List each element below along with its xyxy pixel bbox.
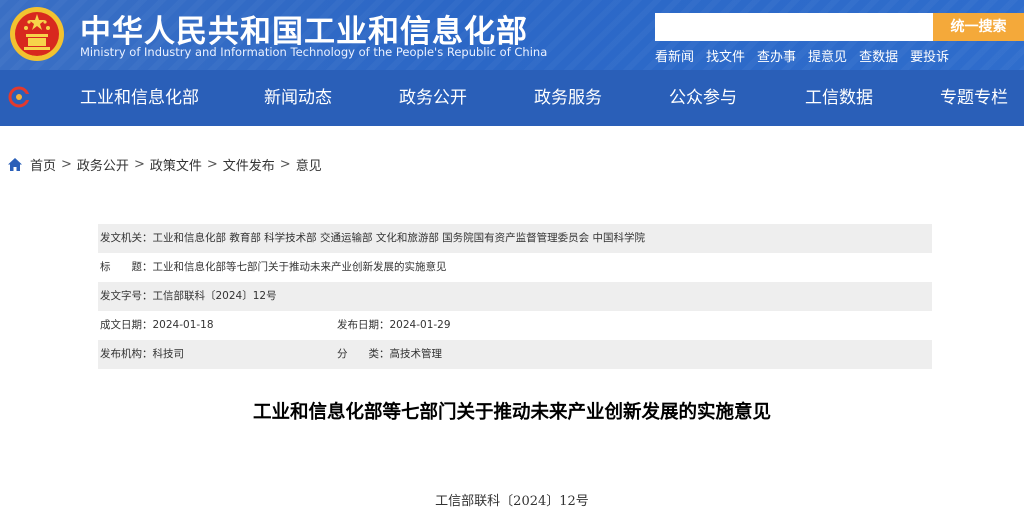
quick-links: 看新闻 找文件 查办事 提意见 查数据 要投诉 bbox=[655, 46, 961, 65]
document-number: 工信部联科〔2024〕12号 bbox=[435, 494, 589, 509]
breadcrumb-separator: > bbox=[206, 157, 218, 172]
breadcrumb-separator: > bbox=[61, 157, 72, 172]
breadcrumb-policy-files[interactable]: 政策文件 bbox=[150, 155, 202, 174]
meta-row-doc-number: 发文字号：工信部联科〔2024〕12号 bbox=[98, 282, 932, 311]
breadcrumb-opinions[interactable]: 意见 bbox=[296, 155, 322, 174]
category-label: 分 类： bbox=[337, 348, 390, 360]
meta-row-dates: 成文日期：2024-01-18 发布日期：2024-01-29 bbox=[98, 311, 932, 340]
published-date-value: 2024-01-29 bbox=[389, 319, 451, 331]
issuer-label: 发文机关： bbox=[100, 232, 153, 244]
meta-row-title: 标 题：工业和信息化部等七部门关于推动未来产业创新发展的实施意见 bbox=[98, 253, 932, 282]
breadcrumb-separator: > bbox=[133, 157, 145, 172]
quick-link-complaint[interactable]: 要投诉 bbox=[910, 46, 949, 65]
nav-item-miit[interactable]: 工业和信息化部 bbox=[80, 70, 199, 126]
home-icon bbox=[8, 158, 22, 171]
search-input[interactable] bbox=[655, 13, 933, 41]
issuer-value: 工业和信息化部 教育部 科学技术部 交通运输部 文化和旅游部 国务院国有资产监督… bbox=[152, 232, 646, 244]
breadcrumb-gov-info[interactable]: 政务公开 bbox=[77, 155, 129, 174]
quick-link-files[interactable]: 找文件 bbox=[706, 46, 745, 65]
category-value: 高技术管理 bbox=[389, 348, 443, 360]
search-button[interactable]: 统一搜索 bbox=[933, 13, 1024, 41]
breadcrumb-home[interactable]: 首页 bbox=[30, 155, 56, 174]
site-subtitle: Ministry of Industry and Information Tec… bbox=[80, 45, 548, 59]
nav-item-gov-info[interactable]: 政务公开 bbox=[399, 70, 467, 126]
quick-link-services[interactable]: 查办事 bbox=[757, 46, 796, 65]
quick-link-feedback[interactable]: 提意见 bbox=[808, 46, 847, 65]
title-value: 工业和信息化部等七部门关于推动未来产业创新发展的实施意见 bbox=[152, 261, 447, 273]
meta-row-agency: 发布机构：科技司 分 类：高技术管理 bbox=[98, 340, 932, 369]
nav-item-data[interactable]: 工信数据 bbox=[805, 70, 873, 126]
created-date-value: 2024-01-18 bbox=[152, 319, 214, 331]
quick-link-news[interactable]: 看新闻 bbox=[655, 46, 694, 65]
nav-item-topics[interactable]: 专题专栏 bbox=[940, 70, 1008, 126]
title-label: 标 题： bbox=[100, 261, 153, 273]
doc-number-value: 工信部联科〔2024〕12号 bbox=[152, 290, 277, 302]
meta-row-issuer: 发文机关：工业和信息化部 教育部 科学技术部 交通运输部 文化和旅游部 国务院国… bbox=[98, 224, 932, 253]
nav-item-gov-services[interactable]: 政务服务 bbox=[534, 70, 602, 126]
breadcrumb: 首页 > 政务公开 > 政策文件 > 文件发布 > 意见 bbox=[8, 155, 322, 174]
created-date-label: 成文日期： bbox=[100, 319, 153, 331]
document-metadata: 发文机关：工业和信息化部 教育部 科学技术部 交通运输部 文化和旅游部 国务院国… bbox=[98, 224, 932, 369]
national-emblem-icon[interactable] bbox=[8, 4, 66, 64]
breadcrumb-separator: > bbox=[279, 157, 291, 172]
quick-link-data[interactable]: 查数据 bbox=[859, 46, 898, 65]
published-date-label: 发布日期： bbox=[337, 319, 390, 331]
nav-item-news[interactable]: 新闻动态 bbox=[264, 70, 332, 126]
miit-logo-icon[interactable] bbox=[8, 86, 30, 108]
doc-number-label: 发文字号： bbox=[100, 290, 153, 302]
breadcrumb-file-release[interactable]: 文件发布 bbox=[223, 155, 275, 174]
document-title: 工业和信息化部等七部门关于推动未来产业创新发展的实施意见 bbox=[252, 402, 771, 423]
agency-label: 发布机构： bbox=[100, 348, 153, 360]
nav-item-public-participation[interactable]: 公众参与 bbox=[669, 70, 737, 126]
agency-value: 科技司 bbox=[152, 348, 185, 360]
